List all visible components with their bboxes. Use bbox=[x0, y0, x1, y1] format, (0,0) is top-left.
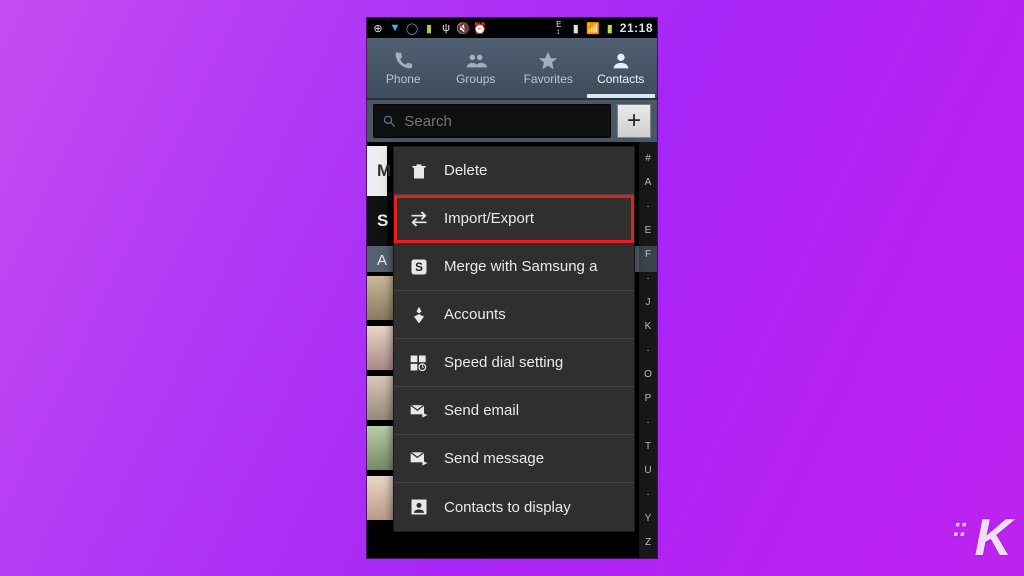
menu-accounts[interactable]: Accounts bbox=[394, 291, 634, 339]
alpha-letter[interactable]: K bbox=[645, 321, 652, 332]
star-icon bbox=[536, 50, 560, 72]
contacts-display-icon bbox=[408, 496, 430, 518]
tab-bar: Phone Groups Favorites Contacts bbox=[367, 38, 657, 100]
alpha-letter[interactable]: · bbox=[646, 345, 649, 356]
shield2-icon: ◯ bbox=[405, 22, 419, 34]
shield-icon: ▼ bbox=[388, 22, 402, 34]
menu-label: Contacts to display bbox=[444, 499, 571, 516]
alpha-letter[interactable]: · bbox=[646, 489, 649, 500]
alpha-letter[interactable]: A bbox=[645, 177, 652, 188]
speed-dial-icon bbox=[408, 352, 430, 374]
contact-row-hint: M bbox=[367, 146, 387, 196]
mute-icon: 🔇 bbox=[456, 22, 470, 34]
alpha-letter[interactable]: · bbox=[646, 201, 649, 212]
menu-label: Send email bbox=[444, 402, 519, 419]
menu-label: Send message bbox=[444, 450, 544, 467]
add-contact-button[interactable]: + bbox=[617, 104, 651, 138]
status-bar: ⊕ ▼ ◯ ▮ ψ 🔇 ⏰ E↕ ▮ 📶 ▮ 21:18 bbox=[367, 18, 657, 38]
alpha-letter[interactable]: P bbox=[645, 393, 652, 404]
menu-label: Accounts bbox=[444, 306, 506, 323]
data-icon: E↕ bbox=[552, 22, 566, 34]
svg-text:S: S bbox=[415, 261, 423, 274]
alpha-letter[interactable]: E bbox=[645, 225, 652, 236]
search-icon bbox=[382, 113, 396, 129]
alpha-letter[interactable]: · bbox=[646, 417, 649, 428]
app-icon: ▮ bbox=[422, 22, 436, 34]
merge-icon: S bbox=[408, 256, 430, 278]
trash-icon bbox=[408, 160, 430, 182]
tab-phone[interactable]: Phone bbox=[367, 38, 440, 98]
person-icon bbox=[609, 50, 633, 72]
send-message-icon bbox=[408, 448, 430, 470]
groups-icon bbox=[464, 50, 488, 72]
status-left: ⊕ ▼ ◯ ▮ ψ 🔇 ⏰ bbox=[371, 22, 487, 34]
phone-icon bbox=[391, 50, 415, 72]
menu-send-message[interactable]: Send message bbox=[394, 435, 634, 483]
stage: ⊕ ▼ ◯ ▮ ψ 🔇 ⏰ E↕ ▮ 📶 ▮ 21:18 Phone bbox=[0, 0, 1024, 576]
menu-label: Merge with Samsung a bbox=[444, 258, 597, 275]
contact-row-hint: S bbox=[367, 196, 387, 246]
usb-icon: ψ bbox=[439, 22, 453, 34]
menu-label: Delete bbox=[444, 162, 487, 179]
tab-favorites[interactable]: Favorites bbox=[512, 38, 585, 98]
menu-import-export[interactable]: Import/Export bbox=[394, 195, 634, 243]
alpha-letter[interactable]: # bbox=[645, 153, 651, 164]
send-email-icon bbox=[408, 400, 430, 422]
status-right: E↕ ▮ 📶 ▮ 21:18 bbox=[552, 21, 653, 35]
import-export-icon bbox=[408, 208, 430, 230]
menu-label: Import/Export bbox=[444, 210, 534, 227]
signal2-icon: 📶 bbox=[586, 22, 600, 34]
alpha-letter[interactable]: U bbox=[644, 465, 651, 476]
alpha-letter[interactable]: O bbox=[644, 369, 652, 380]
tab-label: Phone bbox=[386, 72, 421, 86]
menu-contacts-display[interactable]: Contacts to display bbox=[394, 483, 634, 531]
menu-merge[interactable]: S Merge with Samsung a bbox=[394, 243, 634, 291]
alpha-letter[interactable]: Y bbox=[645, 513, 652, 524]
alarm-icon: ⏰ bbox=[473, 22, 487, 34]
search-input[interactable] bbox=[404, 113, 602, 130]
menu-send-email[interactable]: Send email bbox=[394, 387, 634, 435]
clock: 21:18 bbox=[620, 21, 653, 35]
phone-frame: ⊕ ▼ ◯ ▮ ψ 🔇 ⏰ E↕ ▮ 📶 ▮ 21:18 Phone bbox=[367, 18, 657, 558]
tab-label: Contacts bbox=[597, 72, 644, 86]
tab-contacts[interactable]: Contacts bbox=[585, 38, 658, 98]
alphabet-index[interactable]: # A · E F · J K · O P · T U · Y Z bbox=[639, 142, 657, 558]
tab-label: Favorites bbox=[524, 72, 573, 86]
search-row: + bbox=[367, 100, 657, 142]
options-menu: Delete Import/Export S Merge with Samsun… bbox=[393, 146, 635, 532]
menu-speed-dial[interactable]: Speed dial setting bbox=[394, 339, 634, 387]
menu-label: Speed dial setting bbox=[444, 354, 563, 371]
menu-delete[interactable]: Delete bbox=[394, 147, 634, 195]
search-box[interactable] bbox=[373, 104, 611, 138]
plus-icon: + bbox=[627, 107, 641, 135]
alpha-letter[interactable]: Z bbox=[645, 537, 651, 548]
tab-groups[interactable]: Groups bbox=[440, 38, 513, 98]
watermark: K bbox=[974, 508, 1010, 568]
tab-label: Groups bbox=[456, 72, 495, 86]
alpha-letter[interactable]: J bbox=[646, 297, 651, 308]
accounts-icon bbox=[408, 304, 430, 326]
signal-icon: ▮ bbox=[569, 22, 583, 34]
alpha-letter[interactable]: T bbox=[645, 441, 651, 452]
plus-badge-icon: ⊕ bbox=[371, 22, 385, 34]
alpha-letter[interactable]: · bbox=[646, 273, 649, 284]
alpha-letter[interactable]: F bbox=[645, 249, 651, 260]
battery-icon: ▮ bbox=[603, 22, 617, 34]
